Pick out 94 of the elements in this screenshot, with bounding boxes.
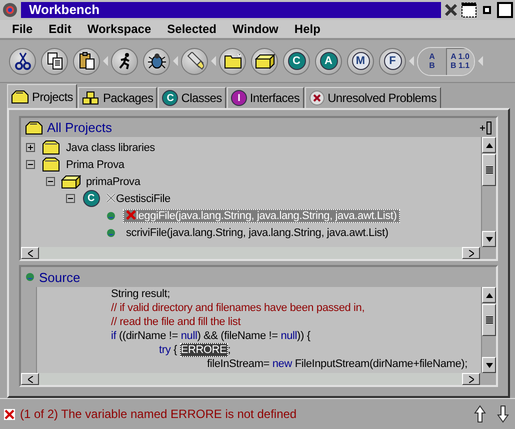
menu-item[interactable]: Edit (40, 22, 80, 36)
status-message: (1 of 2) The variable named ERRORE is not defined (20, 407, 298, 421)
toggle-button[interactable]: A 1.0 B 1.1 (446, 48, 474, 74)
toolbar-button[interactable]: A (315, 48, 342, 74)
tree-item[interactable]: Prima Prova (63, 158, 128, 172)
toolbar-button[interactable] (219, 48, 246, 74)
up-arrow-icon (486, 292, 492, 298)
tree-item[interactable]: primaProva (83, 174, 144, 188)
error-icon (4, 408, 15, 420)
down-arrow-icon (497, 405, 509, 423)
code-line: try { ERRORE; (158, 343, 232, 357)
tab[interactable]: C Classes (158, 87, 226, 108)
scroll-left-button[interactable] (21, 247, 39, 259)
tree-item[interactable]: scriviFile(java.lang.String, java.lang.String, java.awt.List) (123, 226, 392, 240)
down-arrow-icon (486, 362, 492, 368)
collapse-icon[interactable] (26, 160, 35, 169)
toolbar-button[interactable]: M (347, 48, 374, 74)
app-icon (2, 2, 18, 18)
method-icon (106, 228, 116, 238)
split-pane-icon[interactable] (480, 120, 492, 134)
tree-item[interactable]: GestisciFile (103, 192, 174, 206)
tab[interactable]: Projects (7, 84, 77, 108)
scroll-right-button[interactable] (462, 373, 480, 385)
scroll-up-button[interactable] (482, 137, 496, 153)
tree-item[interactable]: leggiFile(java.lang.String, java.lang.String, java.awt.List) (123, 208, 400, 222)
problem-icon (308, 90, 325, 106)
up-arrow-icon (486, 142, 492, 148)
up-arrow-icon (474, 405, 486, 423)
copy-icon (46, 52, 62, 70)
close-icon (444, 3, 458, 17)
grip-icon (486, 316, 492, 324)
menu-item[interactable]: Window (224, 22, 286, 36)
pane-title: All Projects (47, 120, 112, 135)
maximize-button[interactable] (497, 2, 513, 18)
grip-icon (486, 166, 492, 174)
folder-icon (11, 90, 29, 104)
scrollbar-thumb[interactable] (482, 304, 496, 336)
folder-icon (42, 157, 60, 172)
tab[interactable]: I Interfaces (226, 87, 304, 108)
toolbar-button[interactable] (111, 48, 138, 74)
packages-icon (82, 91, 100, 105)
toolbar-button[interactable] (181, 48, 208, 74)
method-icon (106, 210, 116, 220)
code-line: fileInStream= new FileInputStream(dirName+fileName); (206, 357, 468, 371)
scroll-down-button[interactable] (482, 231, 496, 247)
window-title: Workbench (21, 2, 441, 18)
maximize-icon (497, 2, 513, 18)
package-icon (254, 53, 274, 69)
menu-item[interactable]: Selected (159, 22, 225, 36)
letter-badge: C (82, 190, 100, 207)
package-icon (61, 174, 81, 188)
menu-item[interactable]: File (4, 22, 41, 36)
menu-item[interactable]: Help (286, 22, 328, 36)
bug-icon (148, 52, 166, 70)
expand-icon[interactable] (26, 143, 35, 152)
scissors-icon (14, 52, 30, 70)
method-icon (25, 272, 35, 282)
down-arrow-icon (486, 236, 492, 242)
menu-item[interactable]: Workspace (79, 22, 160, 36)
toolbar-button[interactable] (41, 48, 68, 74)
code-line: // if valid directory and filenames have been passed in, (110, 301, 366, 315)
tab[interactable]: Unresolved Problems (304, 87, 441, 108)
collapse-icon[interactable] (66, 194, 75, 203)
next-problem-button[interactable] (497, 405, 509, 423)
previous-problem-button[interactable] (474, 405, 486, 423)
code-line: String result; (110, 287, 171, 301)
toolbar-button[interactable] (251, 48, 278, 74)
code-line: if ((dirName != null) && (fileName != null)) { (110, 329, 312, 343)
flashlight-icon (186, 52, 204, 70)
window-icon (461, 2, 477, 18)
clipboard-icon (78, 52, 94, 70)
code-line: // read the file and fill the list (110, 315, 242, 329)
toolbar-button[interactable] (9, 48, 36, 74)
window-list-button[interactable] (461, 2, 477, 18)
running-figure-icon (116, 52, 132, 70)
collapse-icon[interactable] (46, 177, 55, 186)
scroll-up-button[interactable] (482, 287, 496, 303)
folder-icon (42, 140, 60, 155)
scroll-left-button[interactable] (21, 373, 39, 385)
minimize-button[interactable] (480, 3, 494, 17)
close-button[interactable] (444, 3, 458, 17)
toolbar-button[interactable]: C (283, 48, 310, 74)
toolbar-button[interactable] (73, 48, 100, 74)
minimize-icon (480, 3, 494, 17)
toolbar-button[interactable]: F (379, 48, 406, 74)
scroll-right-button[interactable] (462, 247, 480, 259)
folder-icon (25, 120, 43, 134)
scroll-down-button[interactable] (482, 357, 496, 373)
tab[interactable]: Packages (78, 87, 158, 108)
folder-icon (224, 53, 242, 69)
scrollbar-thumb[interactable] (482, 154, 496, 186)
tree-item[interactable]: Java class libraries (63, 140, 158, 154)
pane-title: Source (39, 270, 80, 284)
toolbar-button[interactable] (143, 48, 170, 74)
